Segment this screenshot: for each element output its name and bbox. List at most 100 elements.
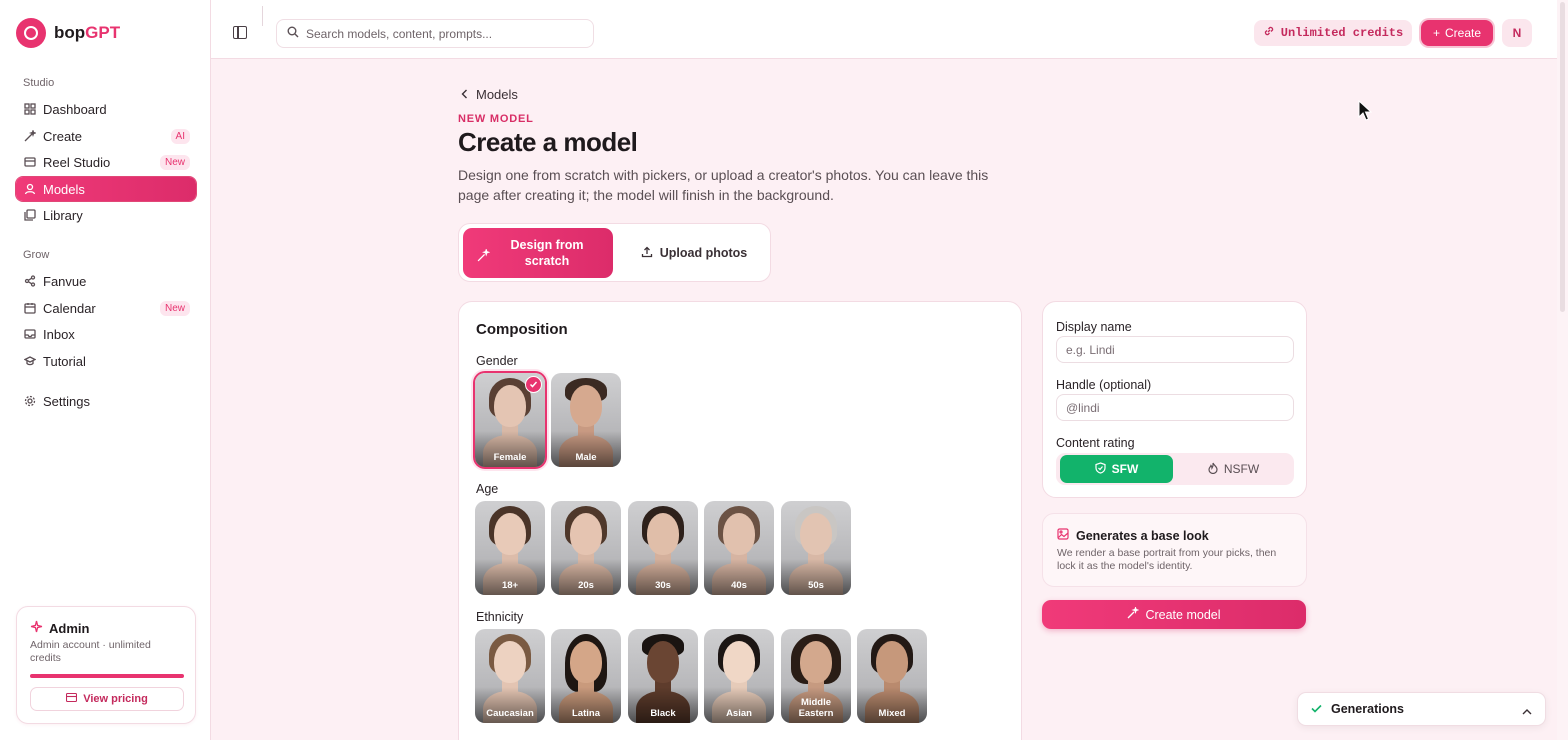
view-pricing-button[interactable]: View pricing bbox=[30, 687, 184, 711]
age-option-30s[interactable]: 30s bbox=[628, 501, 698, 595]
composition-title: Composition bbox=[476, 321, 568, 338]
grid-icon bbox=[24, 103, 36, 115]
age-option-50s[interactable]: 50s bbox=[781, 501, 851, 595]
sidebar-toggle-icon[interactable] bbox=[233, 26, 247, 39]
page-title: Create a model bbox=[458, 127, 638, 157]
create-button[interactable]: + Create bbox=[1421, 20, 1493, 46]
upload-icon bbox=[641, 246, 653, 261]
gender-option-male[interactable]: Male bbox=[551, 373, 621, 467]
brand-name: bopGPT bbox=[54, 23, 120, 43]
sfw-label: SFW bbox=[1111, 462, 1139, 476]
film-icon bbox=[24, 156, 36, 168]
sidebar-item-label: Reel Studio bbox=[43, 154, 111, 170]
plus-icon: + bbox=[1432, 26, 1440, 40]
tile-label: 30s bbox=[655, 580, 671, 591]
brand[interactable]: bopGPT bbox=[16, 18, 120, 48]
sidebar-item-label: Inbox bbox=[43, 326, 75, 342]
sidebar-item-models[interactable]: Models bbox=[16, 177, 196, 201]
display-name-field[interactable] bbox=[1056, 336, 1294, 363]
check-icon bbox=[1311, 702, 1322, 716]
tile-label: Asian bbox=[726, 708, 752, 719]
tab-upload-photos[interactable]: Upload photos bbox=[619, 228, 769, 278]
wand-icon bbox=[24, 130, 36, 142]
mouse-cursor-icon bbox=[1358, 99, 1373, 126]
sfw-option[interactable]: SFW bbox=[1060, 455, 1173, 483]
sidebar-item-inbox[interactable]: Inbox bbox=[16, 322, 196, 346]
credits-progress-fill bbox=[30, 674, 184, 678]
images-icon bbox=[24, 209, 36, 221]
new-badge: New bbox=[159, 300, 190, 316]
sidebar-item-label: Dashboard bbox=[43, 101, 107, 117]
age-label: Age bbox=[476, 482, 499, 496]
generations-panel[interactable]: Generations bbox=[1297, 692, 1546, 726]
base-look-info-card: Generates a base look We render a base p… bbox=[1042, 513, 1307, 587]
view-pricing-label: View pricing bbox=[83, 693, 148, 705]
unlimited-credits-pill[interactable]: Unlimited credits bbox=[1254, 20, 1412, 46]
sidebar-item-create[interactable]: Create AI bbox=[16, 124, 196, 148]
age-option-40s[interactable]: 40s bbox=[704, 501, 774, 595]
tab-upload-label: Upload photos bbox=[659, 246, 748, 260]
breadcrumb[interactable]: Models bbox=[461, 87, 518, 102]
tile-label: Male bbox=[575, 452, 597, 463]
brand-name-main: bop bbox=[54, 23, 86, 42]
sidebar-item-settings[interactable]: Settings bbox=[16, 389, 196, 413]
credit-card-icon bbox=[66, 692, 78, 705]
credits-label: Unlimited credits bbox=[1280, 26, 1404, 40]
content-rating-toggle: SFW NSFW bbox=[1056, 453, 1294, 485]
nsfw-option[interactable]: NSFW bbox=[1177, 455, 1290, 483]
sparkles-icon bbox=[477, 248, 491, 266]
handle-field[interactable] bbox=[1056, 394, 1294, 421]
mode-tabs: Design from scratch Upload photos bbox=[458, 223, 771, 282]
admin-card: Admin Admin account · unlimited credits … bbox=[16, 606, 196, 724]
sidebar-item-tutorial[interactable]: Tutorial bbox=[16, 349, 196, 373]
ethnicity-option-black[interactable]: Black bbox=[628, 629, 698, 723]
search-input[interactable] bbox=[306, 26, 586, 41]
scrollbar-thumb[interactable] bbox=[1560, 2, 1565, 312]
sidebar-item-library[interactable]: Library bbox=[16, 203, 196, 227]
age-option-20s[interactable]: 20s bbox=[551, 501, 621, 595]
gear-icon bbox=[24, 395, 36, 407]
admin-title: Admin bbox=[30, 620, 89, 636]
topbar-divider bbox=[262, 6, 263, 26]
credits-progress-bar bbox=[30, 674, 184, 678]
tab-design-from-scratch[interactable]: Design from scratch bbox=[463, 228, 613, 278]
chevron-left-icon bbox=[461, 87, 468, 102]
sidebar-item-dashboard[interactable]: Dashboard bbox=[16, 97, 196, 121]
chevron-up-icon[interactable] bbox=[1522, 704, 1532, 718]
create-model-label: Create model bbox=[1145, 607, 1221, 622]
sidebar-item-label: Create bbox=[43, 128, 83, 144]
avatar[interactable]: N bbox=[1502, 19, 1532, 47]
display-name-label: Display name bbox=[1056, 320, 1132, 334]
tile-label: 40s bbox=[731, 580, 747, 591]
age-option-18[interactable]: 18+ bbox=[475, 501, 545, 595]
breadcrumb-label: Models bbox=[476, 87, 518, 102]
share-icon bbox=[24, 275, 36, 287]
generations-label: Generations bbox=[1331, 702, 1404, 716]
model-details-card: Display name Handle (optional) Content r… bbox=[1042, 301, 1307, 498]
create-model-button[interactable]: Create model bbox=[1042, 600, 1306, 629]
sidebar-item-calendar[interactable]: Calendar New bbox=[16, 296, 196, 320]
sidebar: bopGPT Studio Dashboard Create AI Reel S… bbox=[0, 0, 211, 740]
ethnicity-option-caucasian[interactable]: Caucasian bbox=[475, 629, 545, 723]
brand-logo-icon bbox=[16, 18, 46, 48]
ethnicity-option-mixed[interactable]: Mixed bbox=[857, 629, 927, 723]
admin-description: Admin account · unlimited credits bbox=[30, 639, 151, 664]
tile-label: Middle Eastern bbox=[798, 697, 834, 719]
create-button-label: Create bbox=[1444, 26, 1482, 40]
tile-label: Mixed bbox=[878, 708, 906, 719]
graduation-cap-icon bbox=[24, 355, 36, 367]
new-badge: New bbox=[159, 154, 190, 170]
gender-label: Gender bbox=[476, 354, 518, 368]
user-icon bbox=[24, 183, 36, 195]
calendar-icon bbox=[24, 302, 36, 314]
ethnicity-option-asian[interactable]: Asian bbox=[704, 629, 774, 723]
ethnicity-option-latina[interactable]: Latina bbox=[551, 629, 621, 723]
sidebar-item-reel-studio[interactable]: Reel Studio New bbox=[16, 150, 196, 174]
ethnicity-option-middle-eastern[interactable]: Middle Eastern bbox=[781, 629, 851, 723]
topbar: Unlimited credits + Create N bbox=[211, 0, 1557, 59]
flame-icon bbox=[1208, 462, 1218, 477]
tile-label: 50s bbox=[808, 580, 824, 591]
sidebar-item-fanvue[interactable]: Fanvue bbox=[16, 269, 196, 293]
search-box[interactable] bbox=[276, 19, 594, 48]
page-description: Design one from scratch with pickers, or… bbox=[458, 167, 989, 203]
